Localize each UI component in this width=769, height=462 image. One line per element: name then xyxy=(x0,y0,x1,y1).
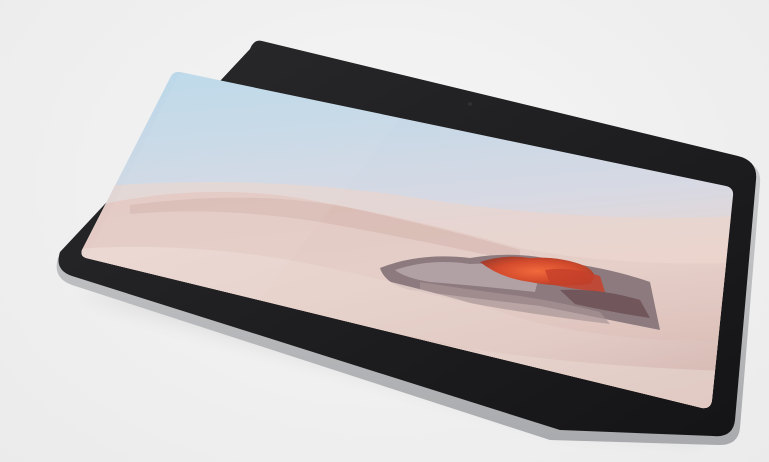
product-photo xyxy=(0,0,769,462)
front-camera-icon xyxy=(468,102,472,106)
tablet-illustration xyxy=(56,40,761,446)
